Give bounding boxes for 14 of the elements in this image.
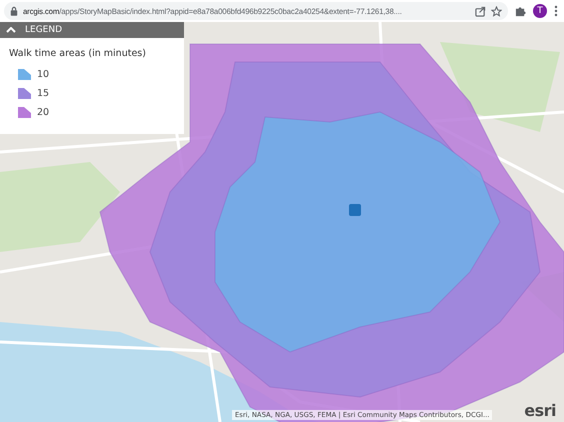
- legend-title: LEGEND: [25, 25, 62, 35]
- star-icon[interactable]: [491, 6, 502, 16]
- legend-heading: Walk time areas (in minutes): [9, 48, 147, 59]
- legend-label: 10: [37, 69, 50, 80]
- legend-header[interactable]: LEGEND: [0, 22, 184, 38]
- map-logo: esri: [524, 401, 556, 420]
- share-icon[interactable]: [475, 6, 486, 16]
- menu-icon[interactable]: [554, 5, 558, 17]
- profile-avatar[interactable]: T: [533, 4, 547, 18]
- map-drawing[interactable]: [0, 22, 564, 422]
- puzzle-icon[interactable]: [515, 6, 526, 16]
- lock-icon: [10, 6, 18, 16]
- legend-label: 15: [37, 88, 50, 99]
- legend-label: 20: [37, 107, 50, 118]
